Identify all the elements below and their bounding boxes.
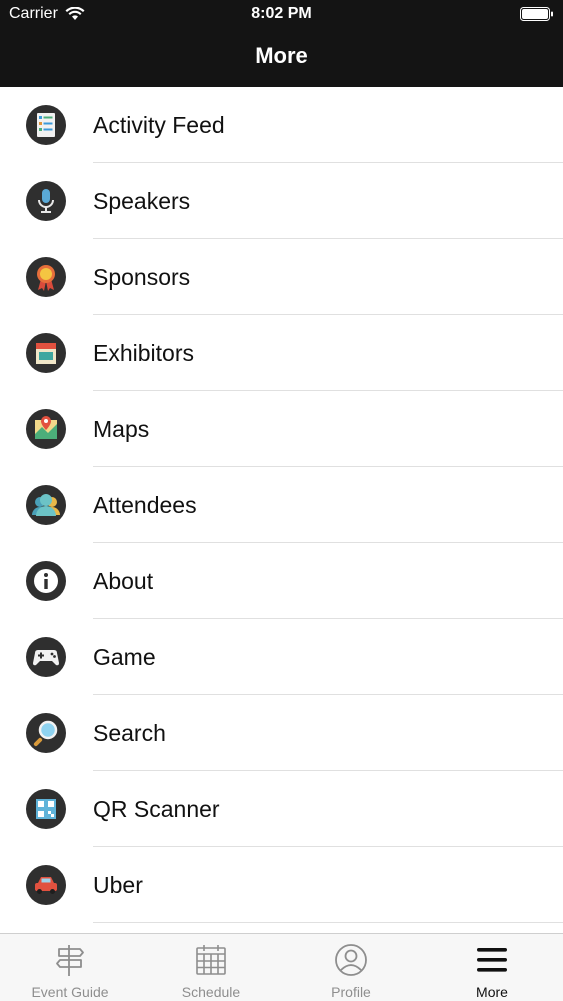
tab-event-guide[interactable]: Event Guide (0, 934, 140, 1001)
microphone-icon (26, 181, 66, 221)
ribbon-badge-icon (26, 257, 66, 297)
menu-item-exhibitors[interactable]: Exhibitors (0, 315, 563, 391)
menu-item-about[interactable]: About (0, 543, 563, 619)
map-pin-icon (26, 409, 66, 449)
menu-item-label: Sponsors (93, 264, 191, 290)
menu-item-label: Game (93, 644, 156, 670)
qr-code-icon (26, 789, 66, 829)
menu-item-label: Maps (93, 416, 150, 442)
menu-item-label: QR Scanner (93, 796, 220, 822)
more-menu-list: Activity Feed Speakers Sponsors Exhibito… (0, 87, 563, 933)
magnifier-icon (26, 713, 66, 753)
menu-item-activity-feed[interactable]: Activity Feed (0, 87, 563, 163)
battery-icon (520, 7, 553, 21)
booth-icon (26, 333, 66, 373)
menu-item-uber[interactable]: Uber (0, 847, 563, 923)
signpost-icon (56, 945, 84, 976)
menu-item-label: Search (93, 720, 166, 746)
tab-bar: Event Guide Schedule Profile More (0, 933, 563, 1001)
calendar-icon (196, 945, 226, 975)
menu-item-label: Attendees (93, 492, 197, 518)
tab-more[interactable]: More (422, 934, 562, 1001)
menu-item-maps[interactable]: Maps (0, 391, 563, 467)
menu-item-label: About (93, 568, 154, 594)
activity-feed-icon (26, 105, 66, 145)
menu-item-label: Speakers (93, 188, 191, 214)
car-icon (26, 865, 66, 905)
tab-schedule[interactable]: Schedule (141, 934, 281, 1001)
menu-icon (477, 948, 507, 972)
user-circle-icon (335, 944, 367, 976)
people-icon (26, 485, 66, 525)
menu-item-game[interactable]: Game (0, 619, 563, 695)
menu-item-attendees[interactable]: Attendees (0, 467, 563, 543)
top-bar: Carrier 8:02 PM More (0, 0, 563, 87)
menu-item-qr-scanner[interactable]: QR Scanner (0, 771, 563, 847)
info-icon (26, 561, 66, 601)
status-time: 8:02 PM (251, 5, 312, 22)
gamepad-icon (26, 637, 66, 677)
menu-item-speakers[interactable]: Speakers (0, 163, 563, 239)
tab-label: Event Guide (31, 984, 109, 1000)
menu-item-label: Activity Feed (93, 112, 225, 138)
menu-item-label: Uber (93, 872, 143, 898)
tab-profile[interactable]: Profile (281, 934, 421, 1001)
tab-label: Profile (331, 984, 371, 1000)
tab-label: Schedule (181, 984, 241, 1000)
menu-item-label: Exhibitors (93, 340, 194, 366)
page-title: More (255, 43, 308, 68)
tab-label: More (476, 984, 508, 1000)
menu-item-sponsors[interactable]: Sponsors (0, 239, 563, 315)
row-divider (93, 922, 563, 923)
menu-item-search[interactable]: Search (0, 695, 563, 771)
